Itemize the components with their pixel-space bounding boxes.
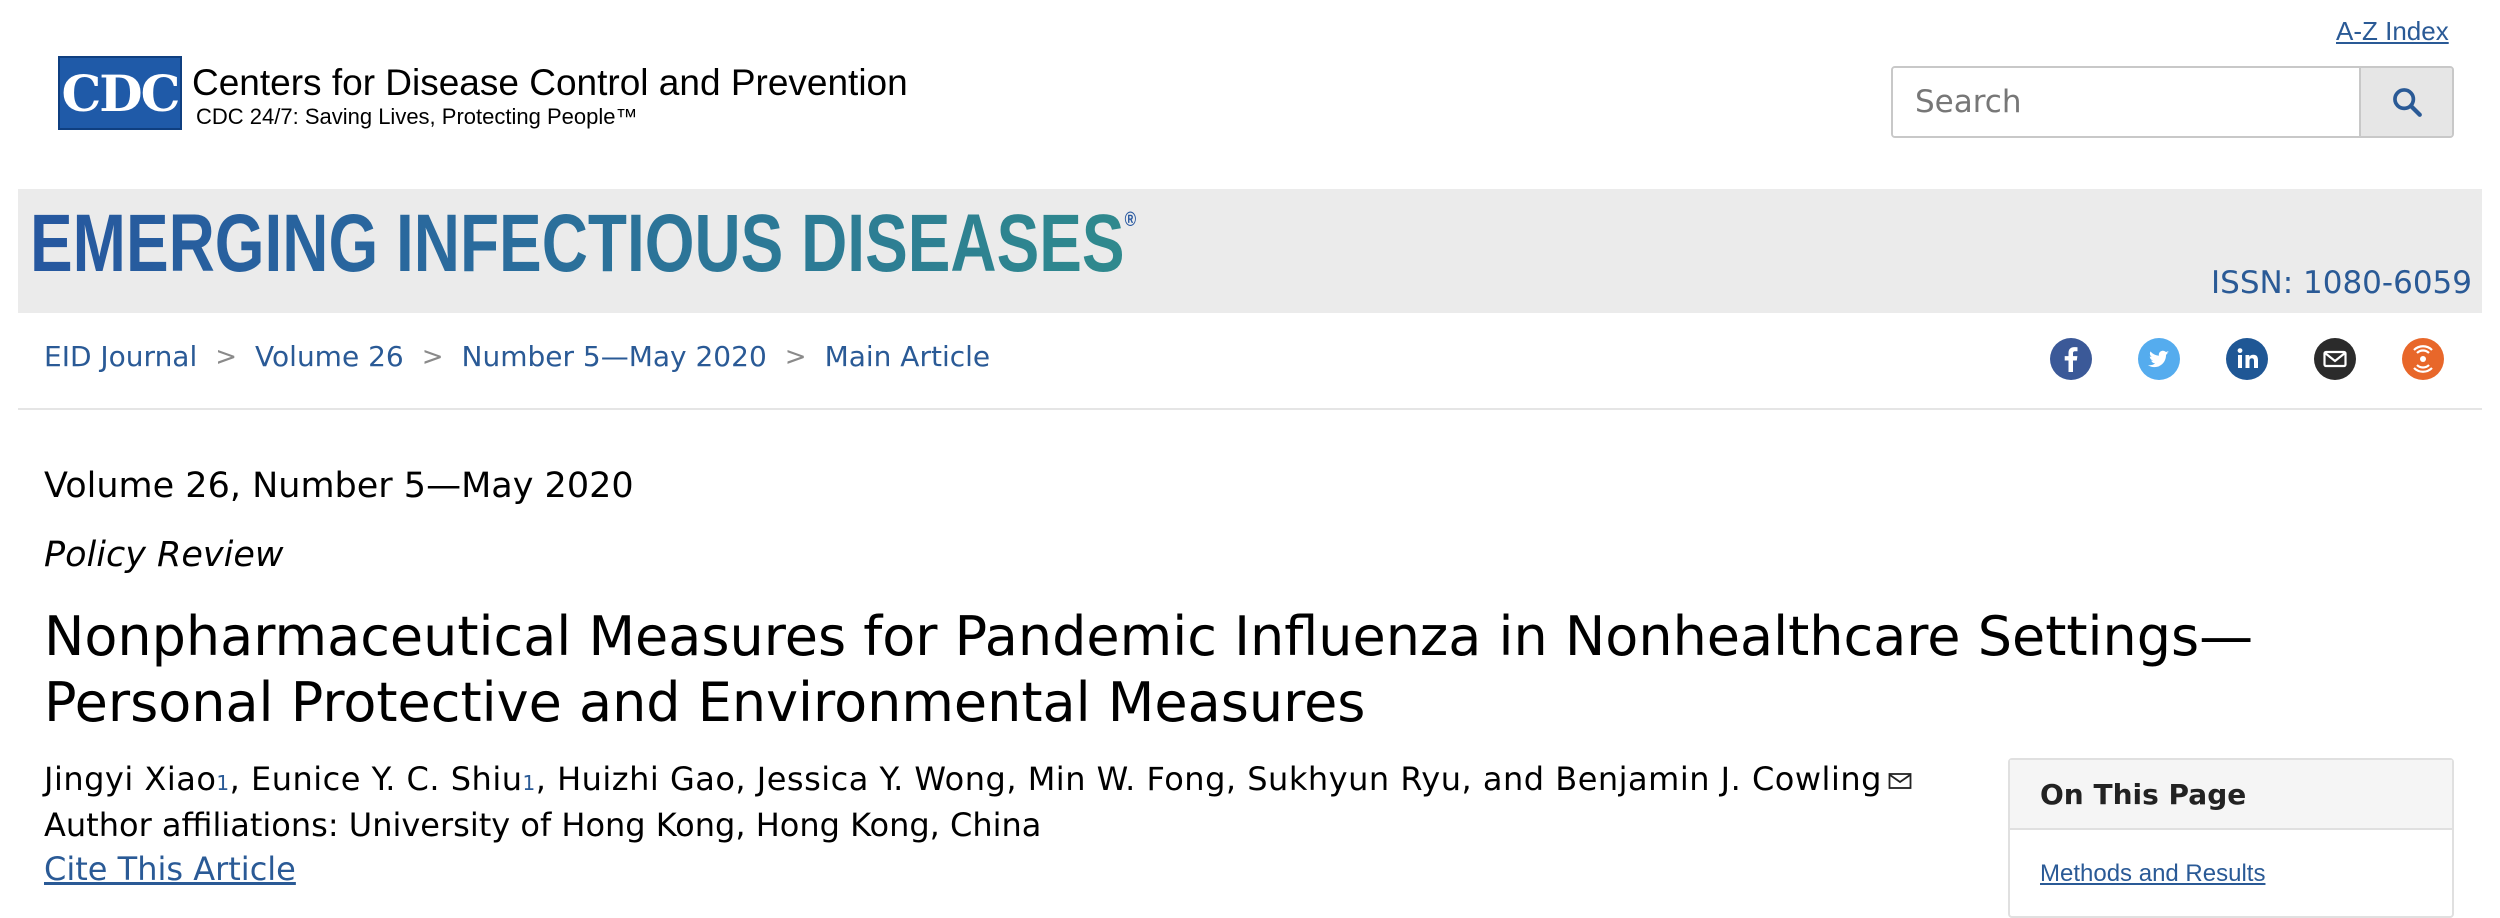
on-this-page-heading: On This Page xyxy=(2010,760,2452,830)
author-name: Jessica Y. Wong xyxy=(756,760,1007,798)
linkedin-icon[interactable] xyxy=(2226,338,2268,380)
breadcrumb-main-article[interactable]: Main Article xyxy=(825,340,991,373)
author-separator: , xyxy=(1006,760,1028,798)
search-bar xyxy=(1891,66,2454,138)
on-this-page-link-methods[interactable]: Methods and Results xyxy=(2040,860,2265,888)
author-affiliation-marker[interactable]: 1 xyxy=(522,771,535,795)
author-list: Jingyi Xiao 1, Eunice Y. C. Shiu 1, Huizhi… xyxy=(44,760,1912,798)
search-icon xyxy=(2392,88,2422,117)
author-name: Eunice Y. C. Shiu xyxy=(251,760,523,798)
author-affiliation-marker[interactable]: 1 xyxy=(216,771,229,795)
cite-this-article-link[interactable]: Cite This Article xyxy=(44,850,296,888)
author-name: Sukhyun Ryu xyxy=(1247,760,1462,798)
author-separator: , xyxy=(735,760,757,798)
issn: ISSN: 1080-6059 xyxy=(2211,265,2472,301)
journal-banner: EMERGING INFECTIOUS DISEASES® ISSN: 1080… xyxy=(18,189,2482,313)
search-input[interactable] xyxy=(1893,68,2359,136)
header-divider xyxy=(18,408,2482,410)
breadcrumb-number[interactable]: Number 5—May 2020 xyxy=(462,340,767,373)
search-button[interactable] xyxy=(2359,68,2452,136)
facebook-icon[interactable] xyxy=(2050,338,2092,380)
author-separator: , xyxy=(229,760,251,798)
twitter-icon[interactable] xyxy=(2138,338,2180,380)
cdc-logo[interactable]: CDC xyxy=(58,56,182,130)
registered-mark: ® xyxy=(1124,209,1137,231)
author-separator: , xyxy=(1225,760,1248,798)
breadcrumb-volume[interactable]: Volume 26 xyxy=(255,340,404,373)
breadcrumb-separator: > xyxy=(215,341,238,372)
mail-icon[interactable] xyxy=(1888,772,1912,790)
author-name: Benjamin J. Cowling xyxy=(1555,760,1882,798)
article-title: Nonpharmaceutical Measures for Pandemic … xyxy=(44,605,2254,734)
author-separator: , and xyxy=(1461,760,1556,798)
breadcrumb-separator: > xyxy=(784,341,807,372)
breadcrumb-separator: > xyxy=(421,341,444,372)
author-affiliations: Author affiliations: University of Hong … xyxy=(44,806,1042,844)
on-this-page-panel: On This Page Methods and Results xyxy=(2008,758,2454,918)
journal-wordmark[interactable]: EMERGING INFECTIOUS DISEASES® xyxy=(30,197,1137,291)
author-name: Min W. Fong xyxy=(1027,760,1226,798)
social-share-bar xyxy=(2050,338,2444,380)
az-index-link[interactable]: A-Z Index xyxy=(2336,16,2449,47)
syndicate-icon[interactable] xyxy=(2402,338,2444,380)
author-name: Huizhi Gao xyxy=(557,760,736,798)
article-type: Policy Review xyxy=(44,535,284,575)
org-tagline: CDC 24/7: Saving Lives, Protecting Peopl… xyxy=(196,104,638,129)
breadcrumb: EID Journal > Volume 26 > Number 5—May 2… xyxy=(44,340,990,373)
author-separator: , xyxy=(535,760,558,798)
author-name: Jingyi Xiao xyxy=(44,760,217,798)
org-name: Centers for Disease Control and Preventi… xyxy=(192,62,908,103)
email-icon[interactable] xyxy=(2314,338,2356,380)
issue-line: Volume 26, Number 5—May 2020 xyxy=(44,466,634,506)
journal-name: EMERGING INFECTIOUS DISEASES xyxy=(30,198,1125,289)
breadcrumb-eid-journal[interactable]: EID Journal xyxy=(44,340,197,373)
